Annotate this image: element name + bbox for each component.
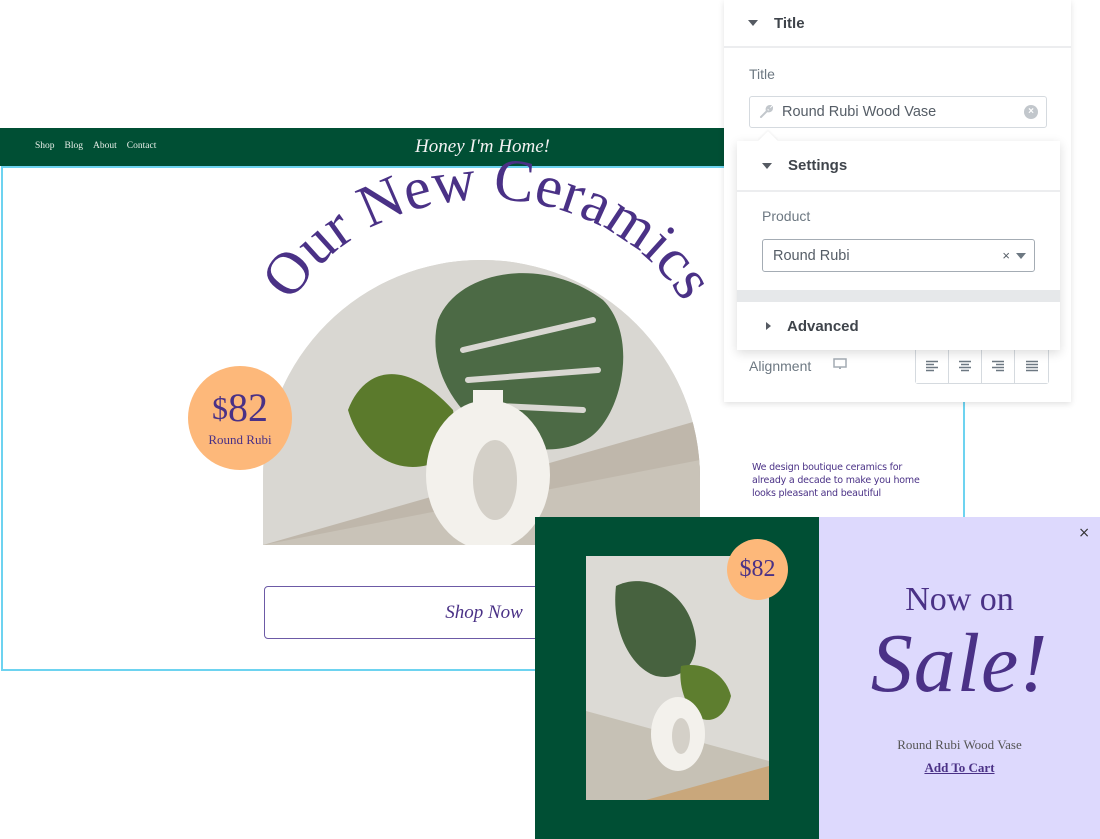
align-right-button[interactable] (982, 349, 1015, 383)
price-value: 82 (228, 385, 268, 430)
section-settings-header[interactable]: Settings (737, 141, 1060, 192)
chevron-down-icon[interactable] (1016, 252, 1026, 259)
clear-selection-icon[interactable]: × (1002, 248, 1010, 263)
add-to-cart-link[interactable]: Add To Cart (819, 760, 1100, 776)
align-center-button[interactable] (949, 349, 982, 383)
section-title-header[interactable]: Title (724, 0, 1071, 48)
align-center-icon (959, 360, 971, 372)
align-justify-icon (1025, 360, 1038, 372)
price-amount: $82 (188, 388, 292, 428)
align-right-icon (992, 360, 1004, 372)
product-select-value: Round Rubi (773, 247, 850, 264)
caret-down-icon (762, 162, 772, 169)
title-field-label: Title (749, 66, 775, 82)
section-advanced-header[interactable]: Advanced (737, 302, 1060, 350)
clear-input-icon[interactable]: × (1024, 105, 1038, 119)
headline-curved: Our New Ceramics (248, 146, 727, 310)
section-title-label: Title (774, 14, 805, 32)
alignment-control: Alignment (749, 348, 1049, 384)
section-settings-label: Settings (788, 157, 848, 174)
title-input[interactable]: Round Rubi Wood Vase × (749, 96, 1047, 128)
popup-heading-line1: Now on (905, 581, 1014, 618)
wrench-icon[interactable] (758, 104, 774, 120)
caret-down-icon (748, 20, 758, 26)
section-divider (737, 290, 1060, 302)
product-field-label: Product (762, 208, 811, 224)
align-left-button[interactable] (916, 349, 949, 383)
settings-popover: Settings Product Round Rubi × Advanced (737, 131, 1060, 350)
popup-product-name: Round Rubi Wood Vase (897, 737, 1022, 752)
section-advanced-label: Advanced (787, 317, 859, 335)
popup-heading-line2: Sale! (870, 617, 1049, 710)
product-select[interactable]: Round Rubi × (762, 239, 1035, 272)
align-left-icon (926, 360, 938, 372)
popup-content-panel: × Now on Sale! Round Rubi Wood Vase Add … (819, 517, 1100, 839)
price-badge: $82 Round Rubi (188, 366, 292, 470)
site-tagline: We design boutique ceramics for already … (752, 462, 920, 499)
caret-right-icon (766, 322, 771, 330)
popup-image-panel: $82 (535, 517, 819, 839)
canvas-outline-segment (963, 405, 965, 517)
price-product-name: Round Rubi (208, 432, 272, 447)
alignment-buttons (915, 348, 1049, 384)
desktop-monitor-icon[interactable] (833, 358, 847, 370)
headline-text: Our New Ceramics (248, 146, 727, 310)
title-input-value: Round Rubi Wood Vase (782, 104, 937, 120)
sale-popup: $82 × Now on Sale! Round Rubi Wood Vase … (535, 517, 1100, 839)
headline-textpath: Our New Ceramics (248, 146, 727, 310)
close-icon[interactable]: × (1078, 525, 1090, 541)
popup-price-badge: $82 (727, 539, 788, 600)
price-currency: $ (212, 390, 228, 426)
align-justify-button[interactable] (1015, 349, 1048, 383)
alignment-label: Alignment (749, 358, 812, 374)
